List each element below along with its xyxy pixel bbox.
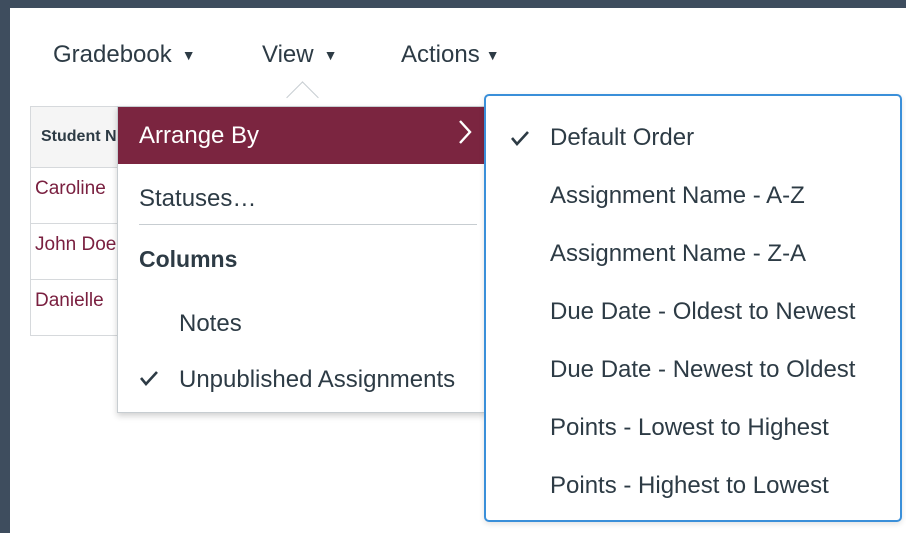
arrange-option-assignment-name-a-z[interactable]: Assignment Name - A-Z bbox=[550, 182, 805, 210]
caret-down-icon: ▼ bbox=[485, 47, 500, 63]
arrange-option-points-lowest-highest[interactable]: Points - Lowest to Highest bbox=[550, 414, 829, 442]
student-row-link[interactable]: Danielle bbox=[31, 280, 131, 336]
menu-item-statuses[interactable]: Statuses… bbox=[139, 185, 256, 213]
menu-item-notes[interactable]: Notes bbox=[179, 310, 242, 338]
caret-down-icon: ▼ bbox=[323, 47, 338, 63]
student-row-link[interactable]: Caroline bbox=[31, 168, 131, 224]
arrange-option-assignment-name-z-a[interactable]: Assignment Name - Z-A bbox=[550, 240, 806, 268]
gradebook-menu-button[interactable]: Gradebook ▼ bbox=[53, 40, 196, 70]
checkmark-icon bbox=[510, 126, 530, 154]
actions-label: Actions bbox=[401, 41, 480, 68]
window-frame-top bbox=[0, 0, 906, 8]
window-frame-left bbox=[0, 0, 10, 533]
arrange-by-label: Arrange By bbox=[139, 121, 260, 149]
arrange-option-due-date-newest-oldest[interactable]: Due Date - Newest to Oldest bbox=[550, 356, 855, 384]
columns-heading: Columns bbox=[139, 246, 238, 272]
view-menu-button[interactable]: View ▼ bbox=[262, 40, 337, 70]
menu-item-arrange-by[interactable]: Arrange By bbox=[118, 107, 488, 164]
arrange-option-default-order[interactable]: Default Order bbox=[550, 124, 694, 152]
checkmark-icon bbox=[139, 366, 179, 394]
menu-divider bbox=[139, 224, 477, 225]
gradebook-label: Gradebook bbox=[53, 41, 172, 68]
caret-down-icon: ▼ bbox=[181, 47, 196, 63]
arrange-option-points-highest-lowest[interactable]: Points - Highest to Lowest bbox=[550, 472, 829, 500]
unpublished-assignments-label: Unpublished Assignments bbox=[179, 366, 456, 393]
arrange-option-due-date-oldest-newest[interactable]: Due Date - Oldest to Newest bbox=[550, 298, 855, 326]
actions-menu-button[interactable]: Actions ▼ bbox=[401, 40, 500, 70]
arrange-by-submenu: Default Order Assignment Name - A-Z Assi… bbox=[484, 94, 902, 522]
view-label: View bbox=[262, 41, 314, 68]
view-dropdown-menu: Arrange By Statuses… Columns Notes Unpub… bbox=[117, 106, 488, 413]
student-row-link[interactable]: John Doe bbox=[31, 224, 131, 280]
student-column-header[interactable]: Student Name bbox=[31, 107, 131, 168]
menu-item-unpublished-assignments[interactable]: Unpublished Assignments bbox=[139, 366, 455, 394]
chevron-right-icon bbox=[458, 119, 472, 152]
